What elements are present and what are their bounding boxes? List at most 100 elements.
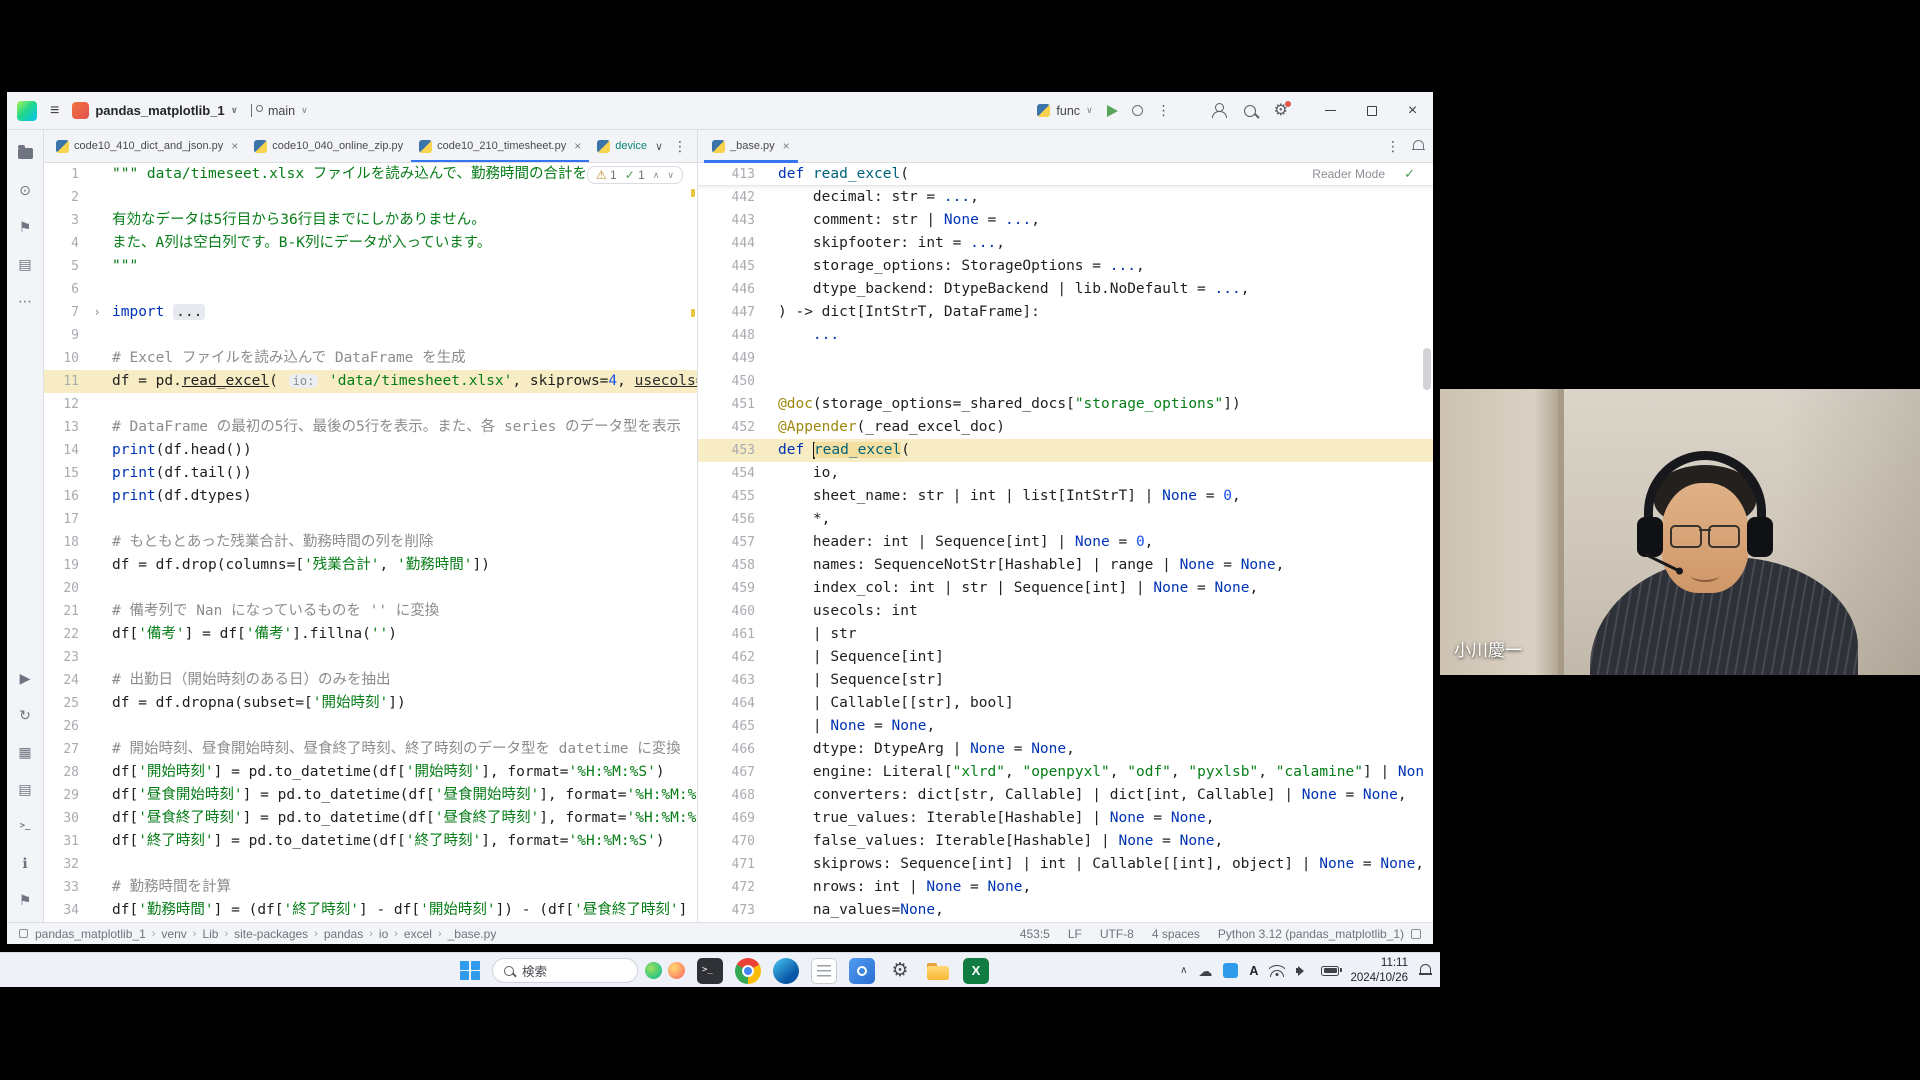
search-highlight-icon[interactable] bbox=[645, 962, 662, 979]
structure-icon[interactable]: ▤ bbox=[10, 249, 40, 279]
error-stripe-mark[interactable] bbox=[691, 189, 695, 197]
python-console-icon[interactable]: ▦ bbox=[10, 737, 40, 767]
code-with-me-icon[interactable] bbox=[1211, 103, 1227, 118]
more-tools-icon[interactable]: ⋯ bbox=[10, 286, 40, 316]
reader-mode-label[interactable]: Reader Mode bbox=[1312, 167, 1385, 181]
edge-icon[interactable] bbox=[773, 957, 799, 984]
battery-icon[interactable] bbox=[1321, 965, 1343, 976]
code-text: ... bbox=[812, 327, 840, 343]
packages-icon[interactable]: ▤ bbox=[10, 774, 40, 804]
status-item[interactable]: 453:5 bbox=[1020, 927, 1050, 941]
chrome-icon[interactable] bbox=[735, 957, 761, 984]
more-icon[interactable]: ⋮ bbox=[1386, 138, 1400, 155]
excel-icon[interactable] bbox=[963, 957, 989, 984]
close-button[interactable]: × bbox=[1392, 92, 1433, 130]
todo-icon[interactable]: ⚑ bbox=[10, 885, 40, 915]
status-item[interactable]: UTF-8 bbox=[1100, 927, 1134, 941]
notepad-icon[interactable] bbox=[811, 957, 837, 984]
code-text: usecols: int bbox=[778, 603, 918, 619]
more-icon[interactable]: ⋮ bbox=[673, 138, 687, 155]
prev-problem-icon[interactable]: ∧ bbox=[653, 170, 660, 181]
line-number: 10 bbox=[63, 351, 79, 366]
project-selector[interactable]: pandas_matplotlib_1 ∨ bbox=[72, 102, 238, 119]
file-explorer-icon[interactable] bbox=[925, 958, 951, 984]
volume-icon[interactable] bbox=[1296, 965, 1310, 977]
code-line: 14 print(df.head()) bbox=[44, 439, 697, 462]
project-widget-icon[interactable] bbox=[19, 929, 28, 938]
system-tray: ∧ ☁ A 11:11 2024/10/26 bbox=[1180, 953, 1432, 988]
code-line: 17 bbox=[44, 508, 697, 531]
inspections-widget[interactable]: ⚠ 1 ✓ 1 ∧ ∨ bbox=[586, 166, 683, 184]
tab-code10_410_dict_and_json.py[interactable]: code10_410_dict_and_json.py × bbox=[48, 130, 246, 162]
terminal-app-icon[interactable] bbox=[697, 957, 723, 984]
notification-center-bell-icon[interactable] bbox=[1419, 964, 1432, 977]
breadcrumb-item[interactable]: excel bbox=[404, 927, 432, 941]
run-configuration-selector[interactable]: func ∨ bbox=[1037, 104, 1093, 118]
chevron-down-icon[interactable]: ∨ bbox=[655, 140, 663, 153]
left-editor-pane[interactable]: 1 """ data/timeseet.xlsx ファイルを読み込んで、勤務時間の… bbox=[44, 163, 697, 922]
photos-icon[interactable] bbox=[849, 957, 875, 984]
line-number: 449 bbox=[731, 351, 755, 366]
settings-gear-icon[interactable]: ⚙ bbox=[887, 958, 913, 984]
right-editor-pane[interactable]: 413 def read_excel( Reader Mode ✓ 442 dec… bbox=[698, 163, 1433, 922]
tab-code10_210_timesheet.py[interactable]: code10_210_timesheet.py × bbox=[411, 130, 590, 162]
line-number: 14 bbox=[63, 443, 79, 458]
code-line: 32 bbox=[44, 853, 697, 876]
ime-language-indicator[interactable]: A bbox=[1249, 964, 1258, 978]
person-smile bbox=[1691, 569, 1719, 582]
start-button[interactable] bbox=[460, 960, 480, 981]
status-item[interactable]: Python 3.12 (pandas_matplotlib_1) bbox=[1218, 927, 1404, 941]
tray-overflow-chevron-icon[interactable]: ∧ bbox=[1180, 965, 1187, 976]
terminal-icon[interactable]: >_ bbox=[10, 811, 40, 841]
commit-icon[interactable]: ⊙ bbox=[10, 175, 40, 205]
breadcrumb-item[interactable]: site-packages bbox=[234, 927, 308, 941]
bookmarks-icon[interactable]: ⚑ bbox=[10, 212, 40, 242]
settings-gear-icon[interactable]: ⚙ bbox=[1274, 100, 1292, 119]
line-number: 33 bbox=[63, 880, 79, 895]
taskbar-search-input[interactable]: 検索 bbox=[492, 958, 638, 983]
scrollbar-thumb[interactable] bbox=[1423, 348, 1431, 390]
project-icon[interactable] bbox=[10, 138, 40, 168]
maximize-button[interactable] bbox=[1351, 92, 1392, 130]
tab-_base.py[interactable]: _base.py × bbox=[704, 130, 798, 163]
wifi-icon[interactable] bbox=[1269, 965, 1285, 977]
more-run-options-icon[interactable]: ⋮ bbox=[1157, 102, 1171, 119]
breadcrumb-item[interactable]: Lib bbox=[202, 927, 218, 941]
breadcrumb-item[interactable]: _base.py bbox=[448, 927, 497, 941]
code-text: df = df.dropna(subset=['開始時刻']) bbox=[112, 695, 406, 711]
code-line: 13 # DataFrame の最初の5行、最後の5行を表示。また、各 serie… bbox=[44, 416, 697, 439]
error-stripe-mark[interactable] bbox=[691, 309, 695, 317]
editor-layout-icon[interactable] bbox=[1411, 928, 1421, 939]
minimize-button[interactable] bbox=[1310, 92, 1351, 130]
windows-security-icon[interactable] bbox=[1223, 963, 1239, 978]
problems-icon[interactable]: ℹ bbox=[10, 848, 40, 878]
run-button[interactable] bbox=[1106, 104, 1118, 117]
close-icon[interactable]: × bbox=[574, 139, 581, 153]
breadcrumb-item[interactable]: io bbox=[379, 927, 388, 941]
search-everywhere-icon[interactable] bbox=[1243, 104, 1256, 117]
next-problem-icon[interactable]: ∨ bbox=[667, 170, 674, 181]
run-tool-icon[interactable]: ▶ bbox=[10, 663, 40, 693]
notifications-bell-icon[interactable] bbox=[1412, 139, 1425, 153]
clock-date: 2024/10/26 bbox=[1350, 971, 1408, 984]
services-icon[interactable]: ↻ bbox=[10, 700, 40, 730]
close-icon[interactable]: × bbox=[783, 139, 790, 153]
close-icon[interactable]: × bbox=[231, 139, 238, 153]
inspections-ok-icon[interactable]: ✓ bbox=[1404, 166, 1415, 182]
status-item[interactable]: 4 spaces bbox=[1152, 927, 1200, 941]
code-text: io, bbox=[778, 465, 840, 481]
taskbar-clock[interactable]: 11:11 2024/10/26 bbox=[1350, 956, 1408, 986]
webcam-video-tile: 小川慶一 bbox=[1440, 389, 1920, 675]
main-menu-icon[interactable]: ≡ bbox=[46, 102, 63, 120]
breadcrumb-item[interactable]: pandas bbox=[324, 927, 363, 941]
editor-split-divider[interactable] bbox=[697, 130, 698, 922]
status-item[interactable]: LF bbox=[1068, 927, 1082, 941]
breadcrumb-item[interactable]: venv bbox=[161, 927, 186, 941]
line-number: 32 bbox=[63, 857, 79, 872]
git-branch-selector[interactable]: main ∨ bbox=[250, 104, 308, 118]
onedrive-icon[interactable]: ☁ bbox=[1198, 964, 1212, 978]
tab-code10_040_online_zip.py[interactable]: code10_040_online_zip.py bbox=[246, 130, 411, 162]
rewards-icon[interactable] bbox=[668, 962, 685, 979]
debug-button[interactable] bbox=[1131, 105, 1143, 116]
breadcrumb-item[interactable]: pandas_matplotlib_1 bbox=[35, 927, 146, 941]
